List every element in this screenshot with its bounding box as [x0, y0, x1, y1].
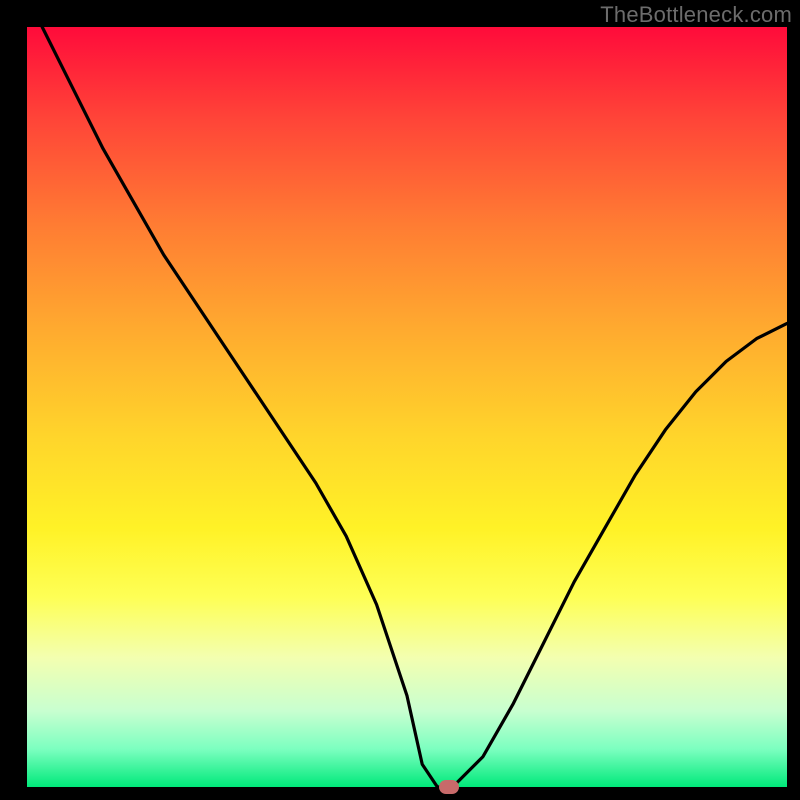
curve-path: [42, 27, 787, 787]
chart-frame: TheBottleneck.com: [0, 0, 800, 800]
optimum-marker: [439, 780, 459, 794]
bottleneck-curve: [0, 0, 800, 800]
